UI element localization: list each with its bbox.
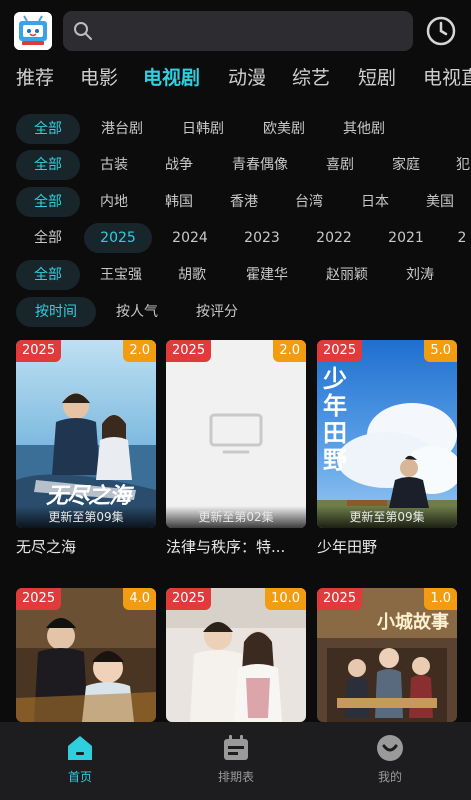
year-badge: 2025 [317, 340, 363, 362]
year-badge: 2025 [317, 588, 363, 610]
sort-by-popularity[interactable]: 按人气 [106, 297, 168, 327]
nav-label: 排期表 [217, 770, 254, 784]
filter-chip[interactable]: 古装 [90, 150, 138, 180]
category-tabs: 推荐 电影 电视剧 动漫 综艺 短剧 电视直 [0, 62, 471, 94]
tv-logo-icon[interactable] [14, 12, 52, 50]
tab-tv-live[interactable]: 电视直 [423, 62, 471, 94]
score-badge: 1.0 [424, 588, 457, 610]
filter-chip[interactable]: 王宝强 [90, 260, 152, 290]
sky-field-poster: 少年田野 2025 5.0 更新至第09集 [317, 340, 457, 528]
filter-chip[interactable]: 台湾 [285, 187, 333, 217]
year-badge: 2025 [16, 340, 62, 362]
filter-chip[interactable]: 赵丽颖 [316, 260, 378, 290]
tab-tv-series[interactable]: 电视剧 [143, 62, 200, 94]
filter-chip[interactable]: 内地 [90, 187, 138, 217]
poster-title-art: 少年田野 [323, 365, 347, 474]
filter-chip-all[interactable]: 全部 [16, 260, 80, 290]
year-badge: 2025 [166, 340, 212, 362]
search-input[interactable] [63, 11, 413, 51]
filter-chip[interactable]: 刘涛 [396, 260, 444, 290]
bottom-navigation: 首页 排期表 我的 [0, 722, 471, 800]
filter-row-sort: 按时间 按人气 按评分 [0, 297, 471, 327]
filter-chip[interactable]: 战争 [155, 150, 203, 180]
filter-chip[interactable]: 港台剧 [92, 114, 152, 144]
profile-icon [377, 735, 403, 761]
filter-chip[interactable]: 犯 [448, 150, 471, 180]
filter-row-region-type: 全部 港台剧 日韩剧 欧美剧 其他剧 [0, 114, 471, 144]
beach-couple-poster: 无尽之海 2025 2.0 更新至第09集 [16, 340, 156, 528]
filter-chip[interactable]: 家庭 [382, 150, 430, 180]
modern-couple-poster: 2025 10.0 [166, 588, 306, 722]
year-badge: 2025 [16, 588, 62, 610]
poster-placeholder: 2025 2.0 更新至第02集 [166, 340, 306, 528]
score-badge: 10.0 [265, 588, 306, 610]
clock-icon[interactable] [425, 15, 457, 47]
filter-chip[interactable]: 青春偶像 [222, 150, 298, 180]
filter-chip-all[interactable]: 全部 [16, 223, 80, 253]
filter-chip[interactable]: 美国 [416, 187, 464, 217]
nav-label: 我的 [377, 770, 402, 784]
video-title: 无尽之海 [16, 538, 77, 556]
costume-drama-poster: 2025 4.0 [16, 588, 156, 722]
filter-chip[interactable]: 2 [452, 223, 471, 253]
filter-chip[interactable]: 香港 [220, 187, 268, 217]
nav-profile[interactable]: 我的 [340, 722, 440, 800]
filter-row-region: 全部 内地 韩国 香港 台湾 日本 美国 [0, 187, 471, 217]
year-badge: 2025 [166, 588, 212, 610]
schedule-icon [224, 735, 248, 760]
score-badge: 4.0 [123, 588, 156, 610]
tab-short-drama[interactable]: 短剧 [358, 62, 396, 94]
video-title: 法律与秩序：特... [166, 538, 286, 556]
filter-chip[interactable]: 2023 [236, 223, 288, 253]
filter-chip[interactable]: 日韩剧 [173, 114, 233, 144]
filter-chip[interactable]: 其他剧 [334, 114, 394, 144]
nav-schedule[interactable]: 排期表 [186, 722, 286, 800]
top-bar [0, 0, 471, 62]
filter-chip[interactable]: 2024 [164, 223, 216, 253]
tab-anime[interactable]: 动漫 [228, 62, 266, 94]
filter-row-actor: 全部 王宝强 胡歌 霍建华 赵丽颖 刘涛 [0, 260, 471, 290]
filter-chip[interactable]: 2022 [308, 223, 360, 253]
filter-chip[interactable]: 胡歌 [168, 260, 216, 290]
filter-chip[interactable]: 2025 [84, 223, 152, 253]
filter-row-year: 全部 2025 2024 2023 2022 2021 2 [0, 223, 471, 253]
score-badge: 5.0 [424, 340, 457, 362]
score-badge: 2.0 [123, 340, 156, 362]
score-badge: 2.0 [273, 340, 306, 362]
sort-by-time[interactable]: 按时间 [16, 297, 96, 327]
filter-row-genre: 全部 古装 战争 青春偶像 喜剧 家庭 犯 [0, 150, 471, 180]
filter-chip[interactable]: 霍建华 [236, 260, 298, 290]
tab-recommend[interactable]: 推荐 [16, 62, 54, 94]
episode-update-label: 更新至第09集 [16, 506, 156, 528]
filter-chip-all[interactable]: 全部 [16, 114, 80, 144]
tab-variety[interactable]: 综艺 [292, 62, 330, 94]
filter-chip[interactable]: 欧美剧 [254, 114, 314, 144]
poster-title-art: 小城故事 [377, 612, 449, 633]
period-drama-poster: 小城故事 2025 1.0 [317, 588, 457, 722]
home-icon [68, 736, 92, 760]
filter-chip-all[interactable]: 全部 [16, 150, 80, 180]
filter-chip[interactable]: 2021 [380, 223, 432, 253]
video-title: 少年田野 [317, 538, 378, 556]
filter-chip[interactable]: 喜剧 [316, 150, 364, 180]
filter-chip-all[interactable]: 全部 [16, 187, 80, 217]
episode-update-label: 更新至第02集 [166, 506, 306, 528]
episode-update-label: 更新至第09集 [317, 506, 457, 528]
tab-movie[interactable]: 电影 [80, 62, 118, 94]
filter-chip[interactable]: 韩国 [155, 187, 203, 217]
search-icon [74, 22, 92, 40]
sort-by-rating[interactable]: 按评分 [186, 297, 248, 327]
filter-chip[interactable]: 日本 [351, 187, 399, 217]
placeholder-tv-icon [209, 413, 263, 454]
nav-home[interactable]: 首页 [30, 722, 130, 800]
nav-label: 首页 [67, 770, 92, 784]
